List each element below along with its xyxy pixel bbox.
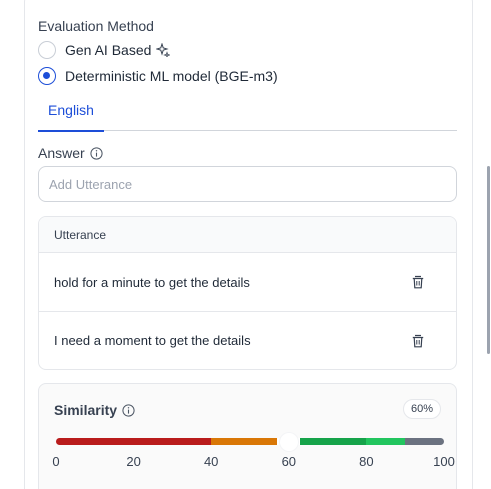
similarity-tick-label: 60 (281, 454, 297, 469)
add-utterance-input[interactable] (38, 166, 457, 202)
similarity-tick-label: 100 (433, 454, 455, 469)
info-icon[interactable] (122, 403, 135, 417)
radio-gen-ai-based[interactable]: Gen AI Based (38, 41, 171, 59)
info-icon[interactable] (90, 146, 103, 160)
similarity-percent-badge: 60% (403, 399, 441, 419)
radio-label-gen-ai: Gen AI Based (65, 42, 152, 58)
table-row: hold for a minute to get the details (39, 253, 456, 311)
similarity-slider-thumb[interactable] (279, 433, 298, 451)
table-header-utterance: Utterance (39, 217, 456, 253)
similarity-tick-label: 0 (52, 454, 60, 469)
similarity-title: Similarity (54, 402, 118, 418)
sparkle-icon (156, 43, 171, 57)
similarity-segment (56, 438, 212, 445)
utterance-text: hold for a minute to get the details (54, 274, 250, 290)
radio-deterministic-ml[interactable]: Deterministic ML model (BGE-m3) (38, 67, 278, 85)
trash-icon[interactable] (411, 334, 425, 348)
table-row: I need a moment to get the details (39, 311, 456, 369)
answer-label-row: Answer (38, 145, 103, 161)
utterance-text: I need a moment to get the details (54, 333, 251, 348)
evaluation-method-title: Evaluation Method (38, 18, 154, 34)
tab-english[interactable]: English (38, 96, 104, 132)
language-tabs: English (38, 96, 457, 132)
similarity-segment (211, 438, 278, 445)
similarity-segment (300, 438, 367, 445)
trash-icon[interactable] (411, 275, 425, 289)
similarity-segment (405, 438, 444, 445)
utterance-table: Utterance hold for a minute to get the d… (38, 216, 457, 370)
similarity-tick-label: 20 (126, 454, 141, 469)
similarity-card: Similarity 60% 0 20 40 60 80 100 (38, 383, 457, 489)
similarity-tick-label: 80 (359, 454, 374, 469)
radio-button-gen-ai[interactable] (38, 41, 56, 59)
similarity-slider-track[interactable] (56, 438, 444, 445)
radio-button-deterministic[interactable] (38, 67, 56, 85)
radio-label-deterministic: Deterministic ML model (BGE-m3) (65, 68, 278, 84)
similarity-tick-label: 40 (203, 454, 219, 469)
similarity-title-row: Similarity (54, 402, 135, 418)
similarity-segment (366, 438, 406, 445)
answer-label: Answer (38, 145, 85, 161)
scrollbar[interactable] (487, 166, 490, 354)
